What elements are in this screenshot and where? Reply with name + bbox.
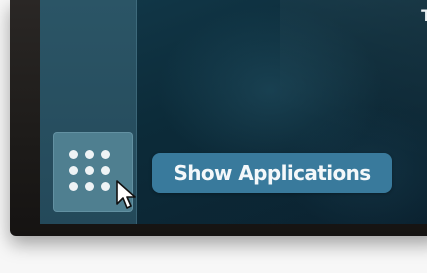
grid-dots-icon xyxy=(69,150,111,192)
photo-frame: T Show Applications xyxy=(0,0,427,273)
show-applications-button[interactable] xyxy=(53,132,136,212)
desktop-screen: T Show Applications xyxy=(40,0,427,224)
top-bar-text: T xyxy=(421,6,427,25)
show-applications-tooltip: Show Applications xyxy=(152,153,392,193)
dock xyxy=(40,0,137,224)
mouse-pointer-icon xyxy=(116,180,136,209)
